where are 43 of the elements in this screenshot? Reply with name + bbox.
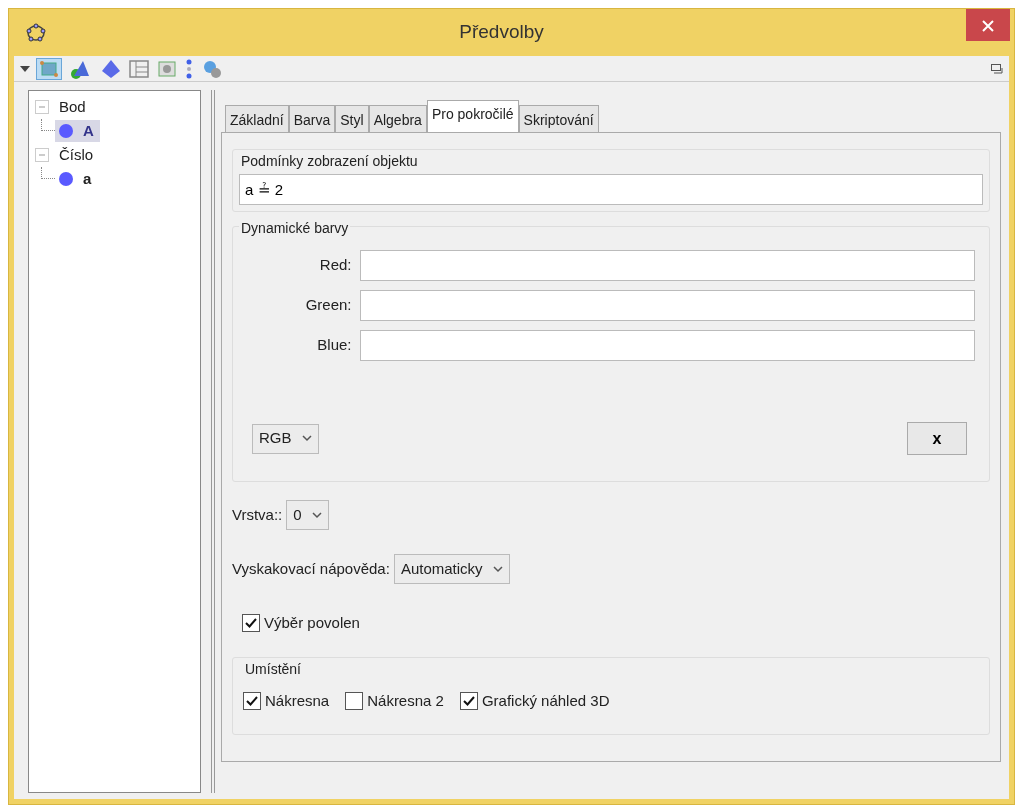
checkbox[interactable] [242,614,260,633]
point-tool-icon[interactable] [36,57,62,80]
tooltip-label: Vyskakovací nápověda: [232,558,390,579]
clear-button[interactable]: x [907,422,967,455]
color-mode-dropdown[interactable]: RGB [252,423,319,454]
color-label: Blue: [316,335,352,356]
layer-dropdown[interactable]: 0 [286,500,329,530]
color-input-field[interactable] [359,250,975,281]
checkbox[interactable] [459,691,478,710]
tab[interactable]: Styl [335,105,369,132]
tab[interactable]: Základní [225,105,289,132]
restore-icon[interactable] [991,63,1003,74]
collapse-toggle-icon[interactable] [35,100,49,114]
tree-item[interactable]: A [55,119,100,143]
tree-item[interactable]: a [55,167,98,191]
more-options-icon[interactable] [184,57,194,80]
tooltip-dropdown[interactable]: Automaticky [393,554,510,584]
tab[interactable]: Barva [288,105,336,132]
close-button[interactable] [966,9,1010,41]
color-input-field[interactable] [359,330,975,361]
tab[interactable]: Skriptování [518,105,599,132]
color-input-field[interactable] [359,290,975,321]
color-label: Red: [318,255,352,276]
collapse-toggle-icon[interactable] [35,148,49,162]
app-logo-icon [26,22,46,43]
checkbox-label: Nákresna [265,690,330,711]
checkbox-label: Výběr povolen [264,613,360,633]
layer-label: Vrstva:: [232,504,283,525]
checkbox-label: Nákresna 2 [367,690,444,711]
tree-group-label[interactable]: Bod [59,95,86,119]
tree-group-label[interactable]: Číslo [59,143,94,167]
close-icon [982,20,994,33]
condition-input-field[interactable]: a ≟ 2 [239,174,983,205]
checkbox[interactable] [345,691,364,710]
window-title: Předvolby [458,20,545,45]
checkbox-label: Grafický náhled 3D [481,690,610,711]
dropdown-caret-icon[interactable] [20,64,30,73]
tab[interactable]: Algebra [368,105,427,132]
color-label: Green: [304,295,352,316]
tab[interactable]: Pro pokročilé [426,100,519,132]
layout-icon[interactable] [128,58,150,79]
selection-tool-icon[interactable] [156,58,178,79]
checkbox[interactable] [243,691,261,710]
